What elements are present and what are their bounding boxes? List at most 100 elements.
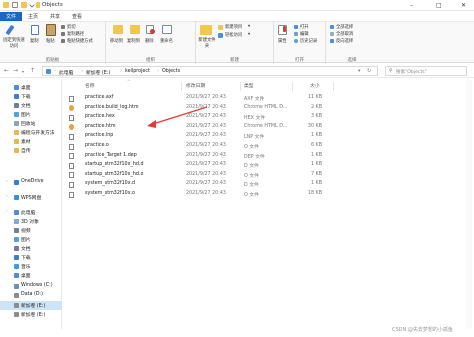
chevron-right-icon[interactable]: › [6, 209, 8, 214]
forward-arrow-icon[interactable]: → [13, 67, 18, 74]
address-input[interactable]: › 此电脑 › 新加卷 (E:) › keilproject › Objects… [42, 66, 378, 76]
column-header-type[interactable]: 类型 [244, 82, 254, 91]
chevron-right-icon[interactable]: › [6, 194, 8, 199]
sidebar-item-icon [14, 210, 19, 215]
pin-quick-access-button[interactable]: 固定到快速访问 [2, 38, 26, 49]
title-bar: Objects – □ ✕ [0, 0, 474, 11]
sidebar-item[interactable]: 编程与开发方法 [0, 128, 62, 137]
file-row[interactable]: system_stm32f10x.d 2021/9/27 20:43 D 文件 1 K… [66, 180, 334, 189]
invert-selection-button[interactable]: 反向选择 [336, 38, 353, 44]
file-row[interactable]: startup_stm32f10x_hd.o 2021/9/27 20:43 O 文… [66, 171, 334, 180]
file-row[interactable]: system_stm32f10x.o 2021/9/27 20:43 O 文件 18 … [66, 190, 334, 199]
paste-shortcut-button[interactable]: 粘贴快捷方式 [67, 38, 93, 44]
column-header-date[interactable]: 修改日期 [186, 82, 205, 91]
new-item-button[interactable]: 新建项目 [225, 24, 242, 30]
sidebar-item[interactable]: › OneDrive [0, 178, 62, 187]
paste-button[interactable]: 粘贴 [46, 38, 55, 44]
column-divider[interactable] [240, 82, 241, 91]
sidebar-item[interactable]: 下载 [0, 253, 62, 262]
file-row[interactable]: startup_stm32f10x_hd.d 2021/9/27 20:43 D 文… [66, 161, 334, 170]
sidebar-item[interactable]: 自传 [0, 146, 62, 155]
select-none-button[interactable]: 全部取消 [336, 31, 353, 37]
copy-path-button[interactable]: 复制路径 [67, 31, 84, 37]
file-row[interactable]: practice.hex 2021/9/27 20:43 HEX 文件 3 KB [66, 113, 334, 122]
chevron-down-icon[interactable] [29, 2, 35, 8]
new-folder-button[interactable]: 新建文件夹 [198, 38, 216, 49]
sidebar-item[interactable]: 下载 [0, 92, 62, 101]
new-item-icon [218, 25, 223, 30]
tab-view[interactable]: 查看 [69, 12, 85, 21]
sidebar-item[interactable]: 文档 [0, 101, 62, 110]
rename-button[interactable]: 重命名 [160, 38, 173, 44]
edit-button[interactable]: 编辑 [300, 31, 309, 37]
tab-home[interactable]: 主页 [25, 12, 41, 21]
select-all-button[interactable]: 全部选择 [336, 24, 353, 30]
search-input[interactable]: 搜索"Objects" [396, 69, 427, 75]
back-arrow-icon[interactable]: ← [4, 67, 9, 74]
breadcrumb-drive-e[interactable]: 新加卷 (E:) [86, 69, 110, 76]
maximize-button[interactable]: □ [436, 2, 442, 9]
sidebar-item[interactable]: Data (D:) [0, 291, 62, 300]
sidebar-item[interactable]: 文档 [0, 244, 62, 253]
close-button[interactable]: ✕ [461, 2, 466, 9]
sidebar-item[interactable]: 桌面 [0, 271, 62, 280]
column-divider[interactable] [292, 82, 293, 91]
search-box[interactable]: ⚲ 搜索"Objects" [385, 66, 467, 76]
copy-to-button[interactable]: 复制到 [127, 38, 140, 44]
sidebar-item[interactable]: 视频 [0, 226, 62, 235]
sidebar-item[interactable]: › WPS网盘 [0, 193, 62, 202]
properties-icon[interactable] [12, 2, 18, 8]
sidebar-item[interactable]: 桌面 [0, 83, 62, 92]
cut-button[interactable]: 剪切 [67, 24, 76, 30]
open-button[interactable]: 打开 [300, 24, 309, 30]
breadcrumb-keilproject[interactable]: keilproject [125, 69, 150, 74]
sidebar-item[interactable]: 3D 对象 [0, 217, 62, 226]
sidebar-item[interactable]: 图片 [0, 235, 62, 244]
easy-access-button[interactable]: 轻松访问 [225, 32, 242, 38]
new-folder-icon[interactable] [21, 2, 27, 8]
sidebar-item[interactable]: 音乐 [0, 262, 62, 271]
up-arrow-icon[interactable]: ↑ [30, 67, 35, 74]
sidebar-item[interactable]: 新加卷 (E:) [0, 310, 62, 319]
column-header-name[interactable]: 名称 [85, 82, 95, 91]
file-type: O 文件 [244, 173, 259, 179]
file-row[interactable]: practice.htm 2021/9/27 20:43 Chrome HTML D… [66, 123, 334, 132]
vertical-scrollbar[interactable] [466, 79, 472, 329]
file-row[interactable]: practice.build_log.htm 2021/9/27 20:43 Chr… [66, 104, 334, 113]
file-row[interactable]: practice.axf 2021/9/27 20:43 AXF 文件 11 KB [66, 94, 334, 103]
file-row[interactable]: practice_Target 1.dep 2021/9/27 20:43 DEP … [66, 152, 334, 161]
sidebar-item[interactable]: 图片 [0, 110, 62, 119]
chevron-down-icon[interactable]: ▾ [248, 24, 250, 29]
file-icon [69, 95, 74, 102]
minimize-button[interactable]: – [410, 2, 413, 9]
tab-file[interactable]: 文件 [0, 12, 22, 21]
properties-button[interactable]: 属性 [278, 38, 287, 44]
refresh-icon[interactable]: ↻ [367, 69, 371, 74]
sidebar-item-icon [14, 312, 19, 317]
sidebar-item[interactable]: Windows (C:) [0, 282, 62, 291]
sidebar-item[interactable]: 回收站 [0, 119, 62, 128]
file-type: D 文件 [244, 183, 259, 189]
chevron-right-icon[interactable]: › [6, 179, 8, 184]
chevron-down-icon[interactable]: ▾ [358, 69, 360, 74]
breadcrumb-objects[interactable]: Objects [162, 69, 180, 74]
select-group-label: 选择 [347, 58, 357, 63]
copy-button[interactable]: 复制 [30, 38, 39, 44]
chevron-down-icon[interactable]: ▾ [22, 69, 24, 74]
file-row[interactable]: practice.o 2021/9/27 20:43 O 文件 6 KB [66, 142, 334, 151]
sidebar-item-icon [14, 130, 19, 135]
breadcrumb-this-pc[interactable]: 此电脑 [59, 69, 73, 76]
sidebar-item[interactable]: 素材 [0, 137, 62, 146]
sidebar-item[interactable]: › 此电脑 [0, 208, 62, 217]
column-divider[interactable] [181, 82, 182, 91]
breadcrumb-separator: › [120, 69, 122, 74]
delete-button[interactable]: 删除 [145, 38, 154, 44]
column-header-size[interactable]: 大小 [310, 82, 320, 91]
move-to-button[interactable]: 移动到 [110, 38, 123, 44]
tab-share[interactable]: 共享 [47, 12, 63, 21]
column-divider[interactable] [333, 82, 334, 91]
file-row[interactable]: practice.lnp 2021/9/27 20:43 LNP 文件 1 KB [66, 132, 334, 141]
history-button[interactable]: 历史记录 [300, 38, 317, 44]
chevron-down-icon[interactable]: ▾ [248, 32, 250, 37]
sidebar-item[interactable]: 新加卷 (E:) [0, 301, 62, 310]
